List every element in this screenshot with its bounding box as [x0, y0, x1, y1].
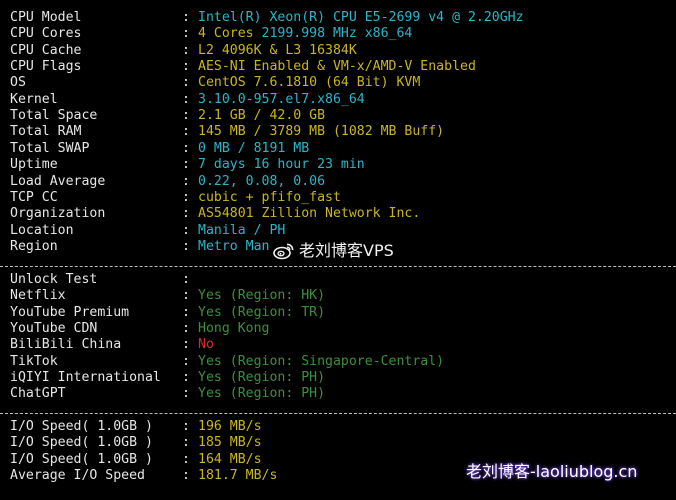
info-label: Average I/O Speed	[10, 468, 145, 484]
info-label: TCP CC	[10, 189, 58, 205]
weibo-watermark: 老刘博客VPS	[273, 240, 394, 262]
separator-colon: :	[182, 10, 190, 25]
info-value: Yes (Region: Singapore-Central)	[198, 353, 445, 369]
info-value: CentOS 7.6.1810 (64 Bit) KVM	[198, 75, 421, 91]
info-value: 3.10.0-957.el7.x86_64	[198, 91, 365, 107]
separator-colon: :	[182, 451, 190, 467]
separator-colon: :	[182, 370, 190, 386]
separator-colon: :	[182, 238, 190, 254]
info-value: 0 MB / 8191 MB	[198, 140, 310, 156]
info-value: 4 Cores 2199.998 MHz x86_64	[198, 26, 412, 42]
info-label: YouTube Premium	[10, 304, 130, 320]
separator-colon: :	[182, 59, 190, 75]
section-divider	[0, 266, 676, 267]
info-value: Intel(R) Xeon(R) CPU E5-2699 v4 @ 2.20GH…	[198, 10, 524, 25]
separator-colon: :	[182, 157, 190, 173]
info-label: Load Average	[10, 173, 106, 189]
info-label: BiliBili China	[10, 337, 122, 353]
info-value: AS54801 Zillion Network Inc.	[198, 206, 421, 222]
info-value-part: 4 Cores	[198, 26, 254, 42]
info-label: CPU Cache	[10, 42, 82, 58]
separator-colon: :	[182, 108, 190, 124]
info-value: 145 MB / 3789 MB (1082 MB Buff)	[198, 124, 445, 140]
separator-colon: :	[182, 321, 190, 337]
info-label: I/O Speed( 1.0GB )	[10, 419, 153, 434]
separator-colon: :	[182, 91, 190, 107]
info-label: TikTok	[10, 353, 58, 369]
info-label: I/O Speed( 1.0GB )	[10, 435, 153, 451]
info-label: Uptime	[10, 157, 58, 173]
info-value: Manila / PH	[198, 222, 286, 238]
separator-colon: :	[182, 189, 190, 205]
section-divider	[0, 413, 676, 414]
separator-colon: :	[182, 435, 190, 451]
info-label: Kernel	[10, 91, 58, 107]
info-label: Region	[10, 238, 58, 254]
info-value: 181.7 MB/s	[198, 468, 278, 484]
separator-colon: :	[182, 419, 190, 434]
info-label: iQIYI International	[10, 370, 161, 386]
separator-colon: :	[182, 468, 190, 484]
info-value: Hong Kong	[198, 321, 270, 337]
info-value: Yes (Region: PH)	[198, 386, 326, 402]
info-value: Metro Man	[198, 238, 270, 254]
separator-colon: :	[182, 140, 190, 156]
info-label: Location	[10, 222, 74, 238]
site-watermark: 老刘博客-laoliublog.cn	[466, 462, 638, 481]
info-label: Netflix	[10, 288, 66, 304]
separator-colon: :	[182, 124, 190, 140]
info-value-part: 2199.998 MHz x86_64	[253, 26, 413, 42]
separator-colon: :	[182, 42, 190, 58]
separator-colon: :	[182, 386, 190, 402]
info-value: Yes (Region: TR)	[198, 304, 326, 320]
info-value: AES-NI Enabled & VM-x/AMD-V Enabled	[198, 59, 476, 75]
info-label: CPU Flags	[10, 59, 82, 75]
separator-colon: :	[182, 353, 190, 369]
info-value: No	[198, 337, 214, 353]
terminal-window: CPU Model: Intel(R) Xeon(R) CPU E5-2699 v…	[0, 0, 676, 500]
info-value: Yes (Region: HK)	[198, 288, 326, 304]
info-label: Total RAM	[10, 124, 82, 140]
watermark-top-text: 老刘博客VPS	[299, 241, 394, 260]
separator-colon: :	[182, 75, 190, 91]
info-value: 0.22, 0.08, 0.06	[198, 173, 326, 189]
info-label: Total Space	[10, 108, 98, 124]
weibo-icon	[273, 243, 294, 260]
info-label: ChatGPT	[10, 386, 66, 402]
info-value: L2 4096K & L3 16384K	[198, 42, 357, 58]
info-value: 196 MB/s	[198, 419, 262, 434]
separator-colon: :	[182, 272, 190, 287]
info-label: Unlock Test	[10, 272, 98, 287]
separator-colon: :	[182, 288, 190, 304]
info-label: YouTube CDN	[10, 321, 98, 337]
separator-colon: :	[182, 337, 190, 353]
info-value: 185 MB/s	[198, 435, 262, 451]
separator-colon: :	[182, 173, 190, 189]
info-label: Organization	[10, 206, 106, 222]
info-label: Total SWAP	[10, 140, 90, 156]
info-value: cubic + pfifo_fast	[198, 189, 341, 205]
info-value: 2.1 GB / 42.0 GB	[198, 108, 326, 124]
info-value: 164 MB/s	[198, 451, 262, 467]
separator-colon: :	[182, 304, 190, 320]
separator-colon: :	[182, 222, 190, 238]
info-label: CPU Model	[10, 10, 82, 25]
info-label: OS	[10, 75, 26, 91]
separator-colon: :	[182, 26, 190, 42]
info-label: I/O Speed( 1.0GB )	[10, 451, 153, 467]
info-label: CPU Cores	[10, 26, 82, 42]
info-value: 7 days 16 hour 23 min	[198, 157, 365, 173]
info-value: Yes (Region: PH)	[198, 370, 326, 386]
separator-colon: :	[182, 206, 190, 222]
